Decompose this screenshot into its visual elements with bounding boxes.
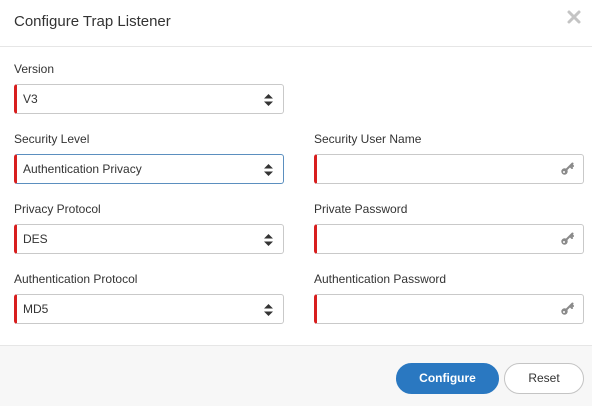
dialog-body: Version V3 Security Level Authentication… <box>0 47 592 345</box>
key-icon[interactable] <box>560 302 574 316</box>
dialog-title: Configure Trap Listener <box>14 13 171 30</box>
reset-button[interactable]: Reset <box>504 363 584 394</box>
privacy-protocol-label: Privacy Protocol <box>14 202 101 216</box>
dialog-footer: Configure Reset <box>0 345 592 406</box>
dialog-header: Configure Trap Listener <box>0 0 592 47</box>
version-value: V3 <box>23 92 38 106</box>
private-password-input[interactable] <box>314 224 584 254</box>
authentication-protocol-label: Authentication Protocol <box>14 272 138 286</box>
privacy-protocol-select[interactable]: DES <box>14 224 284 254</box>
privacy-protocol-value: DES <box>23 232 48 246</box>
key-icon[interactable] <box>560 232 574 246</box>
key-icon[interactable] <box>560 162 574 176</box>
configure-button[interactable]: Configure <box>396 363 499 394</box>
authentication-password-input[interactable] <box>314 294 584 324</box>
version-select[interactable]: V3 <box>14 84 284 114</box>
security-level-value: Authentication Privacy <box>23 162 142 176</box>
security-level-label: Security Level <box>14 132 90 146</box>
security-level-select[interactable]: Authentication Privacy <box>14 154 284 184</box>
sort-caret-icon <box>264 163 273 176</box>
authentication-password-label: Authentication Password <box>314 272 447 286</box>
sort-caret-icon <box>264 303 273 316</box>
version-label: Version <box>14 62 55 76</box>
security-user-name-input[interactable] <box>314 154 584 184</box>
close-icon[interactable] <box>566 9 582 25</box>
private-password-label: Private Password <box>314 202 408 216</box>
sort-caret-icon <box>264 233 273 246</box>
sort-caret-icon <box>264 93 273 106</box>
authentication-protocol-select[interactable]: MD5 <box>14 294 284 324</box>
security-user-name-label: Security User Name <box>314 132 422 146</box>
configure-trap-listener-dialog: Configure Trap Listener Version V3 Secur… <box>0 0 592 406</box>
authentication-protocol-value: MD5 <box>23 302 49 316</box>
